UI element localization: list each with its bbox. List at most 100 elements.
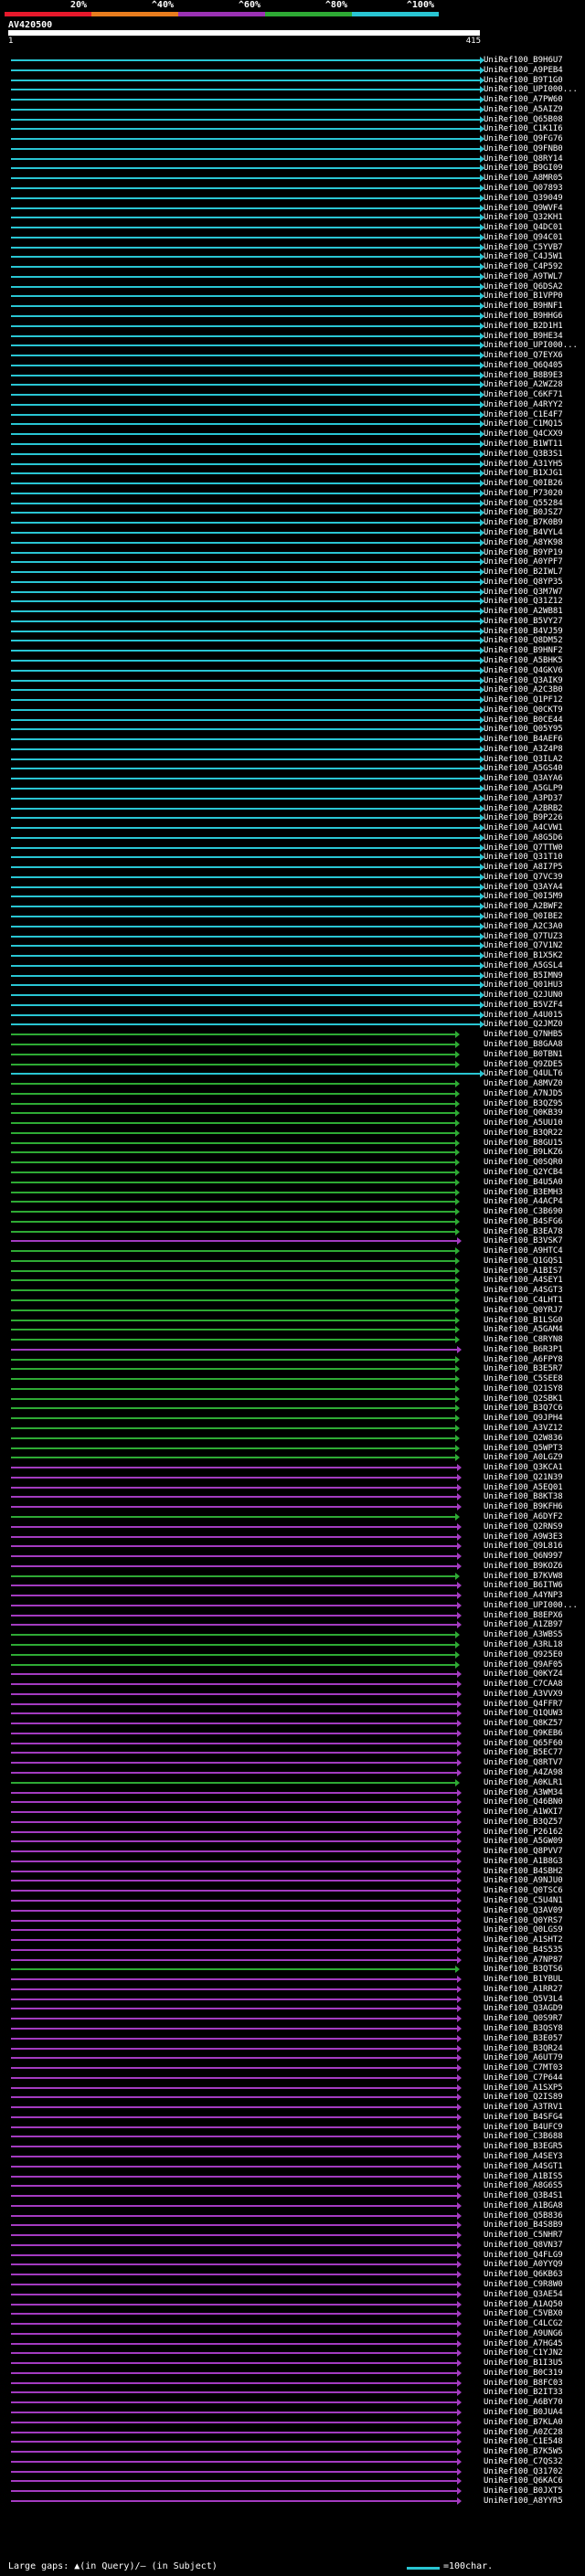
hit-alignment-bar[interactable] (11, 266, 480, 269)
hit-label[interactable]: UniRef100_A1WXI7 (484, 1807, 563, 1817)
hit-label[interactable]: UniRef100_Q2SBK1 (484, 1394, 563, 1404)
hit-alignment-bar[interactable] (11, 1230, 455, 1233)
hit-alignment-bar[interactable] (11, 1723, 457, 1725)
hit-label[interactable]: UniRef100_Q9L816 (484, 1542, 563, 1551)
hit-label[interactable]: UniRef100_C7P644 (484, 2073, 563, 2083)
hit-label[interactable]: UniRef100_B3QR22 (484, 1129, 563, 1138)
hit-label[interactable]: UniRef100_Q3KCA1 (484, 1463, 563, 1472)
hit-alignment-bar[interactable] (11, 403, 480, 406)
hit-alignment-bar[interactable] (11, 2214, 457, 2217)
hit-label[interactable]: UniRef100_A5GAM4 (484, 1325, 563, 1334)
hit-label[interactable]: UniRef100_B1WT11 (484, 440, 563, 449)
hit-alignment-bar[interactable] (11, 147, 480, 150)
hit-label[interactable]: UniRef100_A0YPF7 (484, 557, 563, 567)
hit-label[interactable]: UniRef100_A31YH5 (484, 460, 563, 469)
hit-alignment-bar[interactable] (11, 2185, 457, 2188)
hit-label[interactable]: UniRef100_A3WM34 (484, 1788, 563, 1797)
hit-label[interactable]: UniRef100_C1YJN2 (484, 2348, 563, 2358)
hit-alignment-bar[interactable] (11, 2037, 457, 2040)
hit-label[interactable]: UniRef100_B0JXT5 (484, 2486, 563, 2496)
hit-label[interactable]: UniRef100_Q21SY8 (484, 1384, 563, 1394)
hit-label[interactable]: UniRef100_B4UFC9 (484, 2123, 563, 2132)
hit-label[interactable]: UniRef100_B8EPX6 (484, 1611, 563, 1620)
hit-alignment-bar[interactable] (11, 2342, 457, 2345)
hit-alignment-bar[interactable] (11, 413, 480, 416)
hit-label[interactable]: UniRef100_A9TWL7 (484, 272, 563, 281)
hit-label[interactable]: UniRef100_B0JUA4 (484, 2408, 563, 2417)
hit-label[interactable]: UniRef100_B2IWL7 (484, 567, 563, 577)
hit-label[interactable]: UniRef100_B9LKZ6 (484, 1148, 563, 1157)
hit-label[interactable]: UniRef100_B8GAA8 (484, 1040, 563, 1049)
hit-label[interactable]: UniRef100_Q2YCB4 (484, 1168, 563, 1177)
hit-alignment-bar[interactable] (11, 2381, 457, 2384)
hit-label[interactable]: UniRef100_C1MQ15 (484, 419, 563, 429)
hit-alignment-bar[interactable] (11, 2303, 457, 2306)
hit-label[interactable]: UniRef100_Q9AF05 (484, 1660, 563, 1670)
hit-alignment-bar[interactable] (11, 1319, 455, 1321)
hit-alignment-bar[interactable] (11, 747, 480, 750)
hit-alignment-bar[interactable] (11, 1663, 455, 1666)
hit-alignment-bar[interactable] (11, 1368, 455, 1371)
hit-alignment-bar[interactable] (11, 1692, 457, 1695)
hit-alignment-bar[interactable] (11, 1457, 455, 1459)
hit-label[interactable]: UniRef100_B9HHG6 (484, 312, 563, 321)
hit-alignment-bar[interactable] (11, 1604, 457, 1606)
hit-label[interactable]: UniRef100_Q8DM52 (484, 636, 563, 645)
hit-alignment-bar[interactable] (11, 1034, 455, 1036)
hit-label[interactable]: UniRef100_A9NJU0 (484, 1876, 563, 1885)
hit-label[interactable]: UniRef100_A8MVZ0 (484, 1079, 563, 1088)
hit-alignment-bar[interactable] (11, 1112, 455, 1115)
hit-label[interactable]: UniRef100_A4SGT3 (484, 1286, 563, 1295)
hit-alignment-bar[interactable] (11, 462, 480, 465)
hit-label[interactable]: UniRef100_B1XJG1 (484, 469, 563, 478)
hit-label[interactable]: UniRef100_A8MR05 (484, 174, 563, 183)
hit-alignment-bar[interactable] (11, 2323, 457, 2326)
hit-alignment-bar[interactable] (11, 1427, 455, 1430)
hit-label[interactable]: UniRef100_Q8PVV7 (484, 1847, 563, 1856)
hit-label[interactable]: UniRef100_B6ITW6 (484, 1581, 563, 1590)
hit-alignment-bar[interactable] (11, 227, 480, 229)
hit-label[interactable]: UniRef100_Q6KB63 (484, 2270, 563, 2279)
hit-alignment-bar[interactable] (11, 1023, 480, 1026)
hit-label[interactable]: UniRef100_A1SXP5 (484, 2083, 563, 2093)
hit-label[interactable]: UniRef100_Q925E0 (484, 1650, 563, 1659)
hit-alignment-bar[interactable] (11, 846, 480, 849)
hit-label[interactable]: UniRef100_Q4DC01 (484, 223, 563, 232)
hit-alignment-bar[interactable] (11, 1870, 457, 1872)
hit-label[interactable]: UniRef100_A9HTC4 (484, 1246, 563, 1256)
hit-alignment-bar[interactable] (11, 590, 480, 593)
hit-alignment-bar[interactable] (11, 827, 480, 830)
hit-alignment-bar[interactable] (11, 1988, 457, 1990)
hit-alignment-bar[interactable] (11, 522, 480, 525)
hit-alignment-bar[interactable] (11, 935, 480, 938)
hit-label[interactable]: UniRef100_Q4ULT6 (484, 1069, 563, 1078)
hit-label[interactable]: UniRef100_Q0KB39 (484, 1108, 563, 1118)
hit-label[interactable]: UniRef100_A4CVW1 (484, 823, 563, 832)
hit-label[interactable]: UniRef100_A8YK98 (484, 538, 563, 547)
hit-label[interactable]: UniRef100_Q9FG76 (484, 134, 563, 143)
hit-alignment-bar[interactable] (11, 1447, 455, 1449)
hit-alignment-bar[interactable] (11, 1220, 455, 1223)
hit-alignment-bar[interactable] (11, 708, 480, 711)
hit-label[interactable]: UniRef100_C5NHR7 (484, 2231, 563, 2240)
hit-alignment-bar[interactable] (11, 551, 480, 554)
hit-label[interactable]: UniRef100_Q21N39 (484, 1473, 563, 1482)
hit-label[interactable]: UniRef100_A1AQ50 (484, 2300, 563, 2309)
hit-label[interactable]: UniRef100_A4U015 (484, 1011, 563, 1020)
hit-alignment-bar[interactable] (11, 1732, 457, 1734)
hit-label[interactable]: UniRef100_B3EMH3 (484, 1188, 563, 1197)
hit-alignment-bar[interactable] (11, 1545, 457, 1548)
hit-alignment-bar[interactable] (11, 679, 480, 682)
hit-alignment-bar[interactable] (11, 187, 480, 189)
hit-alignment-bar[interactable] (11, 1063, 455, 1065)
hit-alignment-bar[interactable] (11, 2480, 457, 2483)
hit-alignment-bar[interactable] (11, 1762, 457, 1765)
hit-alignment-bar[interactable] (11, 561, 480, 564)
hit-label[interactable]: UniRef100_Q3B4S1 (484, 2191, 563, 2200)
hit-alignment-bar[interactable] (11, 1634, 455, 1637)
hit-label[interactable]: UniRef100_A6FPY8 (484, 1355, 563, 1364)
hit-label[interactable]: UniRef100_Q2JMZ0 (484, 1020, 563, 1029)
hit-alignment-bar[interactable] (11, 659, 480, 662)
hit-alignment-bar[interactable] (11, 2470, 457, 2473)
hit-label[interactable]: UniRef100_A8G5D6 (484, 833, 563, 843)
